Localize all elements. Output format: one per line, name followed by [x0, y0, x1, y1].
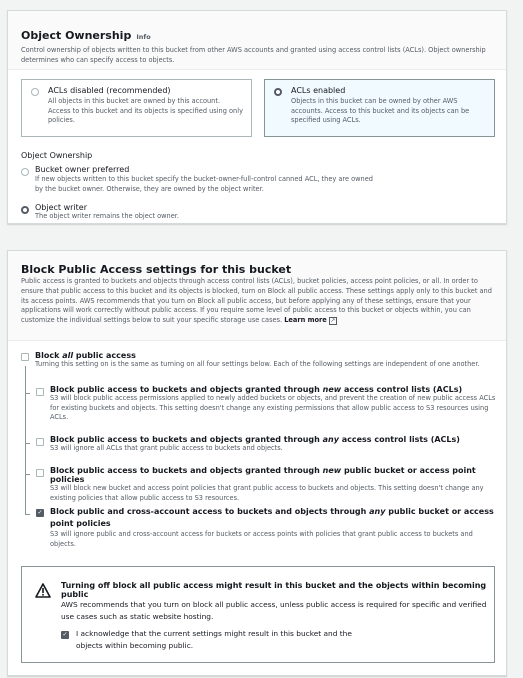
option-description: S3 will block new bucket and access poin… — [50, 484, 484, 502]
info-link[interactable]: Info — [136, 33, 150, 41]
learn-more-link[interactable]: Learn more — [284, 316, 327, 324]
bpa-description-text: Public access is granted to buckets and … — [21, 277, 492, 325]
option-title: Block public access to buckets and objec… — [50, 385, 463, 394]
option-description: If new objects written to this bucket sp… — [35, 175, 373, 193]
ownership-group-label: Object Ownership — [21, 151, 93, 160]
radio-object-writer[interactable] — [21, 206, 29, 214]
option-description: S3 will ignore public and cross-account … — [50, 530, 473, 548]
external-link-icon: ↗ — [328, 317, 337, 326]
object-ownership-panel: Object Ownership Info Control ownership o… — [7, 10, 507, 224]
warning-icon — [35, 583, 51, 598]
option-title: Block public access to buckets and objec… — [50, 435, 460, 444]
radio-bucket-owner-preferred[interactable] — [21, 168, 29, 176]
setting-checkbox-1[interactable] — [36, 388, 44, 396]
setting-checkbox-3[interactable] — [36, 469, 44, 477]
setting-new-acls[interactable]: Block public access to buckets and objec… — [50, 385, 502, 423]
panel-title: Object Ownership — [21, 29, 132, 42]
block-all-checkbox[interactable] — [21, 353, 29, 361]
panel-title: Block Public Access settings for this bu… — [21, 263, 292, 276]
option-object-writer[interactable]: Object writer The object writer remains … — [35, 203, 435, 222]
tree-line — [25, 366, 26, 515]
tile-description: All objects in this bucket are owned by … — [48, 97, 243, 125]
option-label: Bucket owner preferred — [35, 165, 130, 174]
tile-label: ACLs disabled (recommended) — [48, 86, 171, 95]
tile-acls-disabled[interactable]: ACLs disabled (recommended) All objects … — [21, 79, 252, 137]
tree-branch — [25, 393, 30, 394]
option-title: Block public and cross-account access to… — [50, 507, 494, 528]
setting-checkbox-4[interactable]: ✓ — [36, 509, 44, 517]
panel-description: Control ownership of objects written to … — [21, 46, 486, 64]
object-ownership-header: Object Ownership Info Control ownership o… — [8, 11, 506, 70]
tree-branch — [25, 443, 30, 444]
warning-title: Turning off block all public access migh… — [61, 581, 487, 599]
radio-acls-disabled[interactable] — [31, 88, 39, 96]
option-label: Object writer — [35, 203, 87, 212]
tile-description: Objects in this bucket can be owned by o… — [291, 97, 470, 125]
option-description: The object writer remains the object own… — [35, 212, 179, 220]
acknowledge-checkbox[interactable]: ✓ — [61, 631, 69, 639]
tile-acls-enabled[interactable]: ACLs enabled Objects in this bucket can … — [264, 79, 495, 137]
tree-branch — [25, 514, 30, 515]
tree-branch — [25, 474, 30, 475]
setting-any-acls[interactable]: Block public access to buckets and objec… — [50, 435, 502, 454]
block-all-option[interactable]: Block all public access Turning this set… — [35, 351, 505, 370]
option-description: S3 will block public access permissions … — [50, 394, 496, 422]
option-description: Turning this setting on is the same as t… — [35, 360, 480, 368]
option-title: Block public access to buckets and objec… — [50, 466, 476, 484]
option-bucket-owner-preferred[interactable]: Bucket owner preferred If new objects wr… — [35, 165, 375, 194]
option-description: S3 will ignore all ACLs that grant publi… — [50, 444, 283, 452]
tile-label: ACLs enabled — [291, 86, 346, 95]
warning-alert: Turning off block all public access migh… — [21, 566, 495, 663]
setting-checkbox-2[interactable] — [36, 438, 44, 446]
panel-description: Public access is granted to buckets and … — [21, 277, 493, 326]
bpa-header: Block Public Access settings for this bu… — [8, 251, 506, 341]
option-title: Block all public access — [35, 351, 136, 360]
warning-body: AWS recommends that you turn on block al… — [61, 600, 487, 621]
setting-new-policies[interactable]: Block public access to buckets and objec… — [50, 466, 502, 503]
radio-acls-enabled[interactable] — [274, 88, 282, 96]
acknowledge-label[interactable]: I acknowledge that the current settings … — [76, 628, 376, 652]
setting-any-policies[interactable]: Block public and cross-account access to… — [50, 506, 500, 549]
block-public-access-panel: Block Public Access settings for this bu… — [7, 250, 507, 676]
